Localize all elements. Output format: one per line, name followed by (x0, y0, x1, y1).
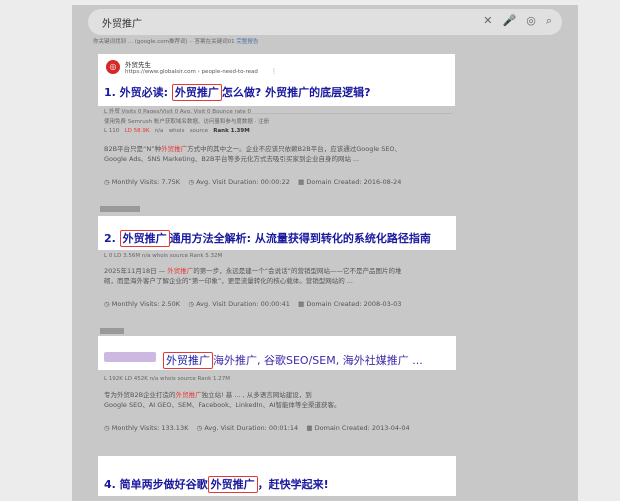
full-report-link[interactable]: 完整报告 (236, 39, 258, 45)
result-2-stats: ◷ Monthly Visits: 2.50K ◷ Avg. Visit Dur… (104, 300, 402, 308)
result-4-title[interactable]: 4. 简单两步做好谷歌 外贸推广 ，赶快学起来! (104, 476, 329, 493)
result-3-metrics: L 192K LD 452K n/a whois source Rank 1.2… (104, 376, 231, 382)
mic-icon[interactable]: 🎤 (503, 14, 517, 28)
search-icon[interactable]: ⌕ (546, 14, 552, 28)
blurred-site-name (104, 352, 156, 362)
result-1-stats: ◷ Monthly Visits: 7.75K ◷ Avg. Visit Dur… (104, 178, 402, 186)
result-2-title[interactable]: 2. 外贸推广 通用方法全解析: 从流量获得到转化的系统化路径指南 (104, 230, 431, 247)
result-3-snippet: 专为外贸B2B企业打造的外贸推广独立站! 基 ... , 从多语言网站建设，到 … (104, 391, 341, 409)
clear-icon[interactable]: ✕ (483, 14, 492, 28)
result-2-snippet: 2025年11月18日 — 外贸推广的第一步，永远是建一个“会说话”的营销型网站… (104, 267, 402, 285)
search-bar[interactable]: 外贸推广 ✕ 🎤 ◎ ⌕ (88, 9, 562, 35)
search-query[interactable]: 外贸推广 (102, 15, 142, 30)
site-name: 外贸先生 (125, 61, 151, 69)
camera-icon[interactable]: ◎ (526, 14, 536, 28)
result-1-snippet: B2B平台只是“N”种外贸推广方式中的其中之一。企业不应该只依赖B2B平台，应该… (104, 145, 402, 163)
site-favicon: ◎ (106, 60, 120, 74)
site-url[interactable]: https://www.globalsir.com › people-need-… (125, 69, 258, 75)
result-3-title[interactable]: 外贸推广 海外推广, 谷歌SEO/SEM, 海外社媒推广 ... (163, 352, 423, 369)
result-2-metrics: L 0 LD 3.56M n/a whois source Rank 5.32M (104, 253, 223, 259)
result-3-stats: ◷ Monthly Visits: 133.13K ◷ Avg. Visit D… (104, 424, 410, 432)
result-1-semrush-note: 使用免费 Semrush 帐户获取域名数据、访问量和参与度数据 · 注册 (104, 119, 270, 125)
result-1-title[interactable]: 1. 外贸必读: 外贸推广 怎么做? 外贸推广的底层逻辑? (104, 84, 370, 101)
result-1-metrics-b: L 110 LD 58.9K n/a whois source Rank 1.3… (104, 128, 250, 134)
more-options-icon[interactable]: ⋮ (271, 68, 277, 75)
keyword-note: 你关键词找到 ... (google.com推荐词) ·· 答案在关键词01 完… (93, 39, 259, 45)
